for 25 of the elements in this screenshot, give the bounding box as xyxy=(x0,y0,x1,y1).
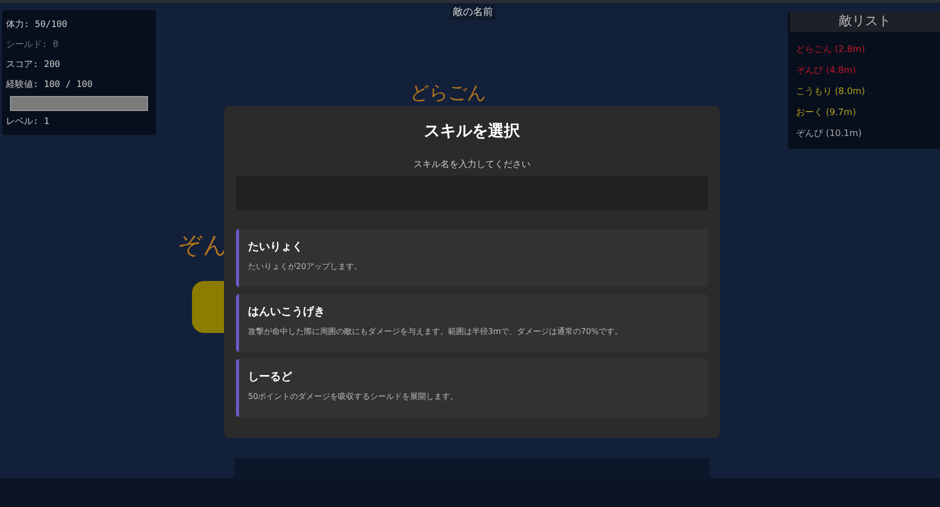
stat-text: 体力: 50/100 xyxy=(6,18,68,32)
stat-text: シールド: 0 xyxy=(6,39,60,52)
target-label: 敵の名前 xyxy=(450,4,496,20)
enemy-entry: どらごん (2.8m) xyxy=(796,44,866,57)
skill-option[interactable]: たいりょく たいりょくが20アップします。 xyxy=(236,229,708,287)
skill-name: しーるど xyxy=(248,369,293,385)
skill-option[interactable]: はんいこうげき 攻撃が命中した際に周囲の敵にもダメージを与えます。範囲は半径3mで、ダメージは通常の70%です。 xyxy=(236,294,708,352)
enemy-entry: こうもり (8.0m) xyxy=(796,86,866,99)
enemy-label: どらごん xyxy=(410,81,486,105)
enemy-label: ぞん xyxy=(178,230,228,261)
skill-description: 50ポイントのダメージを吸収するシールドを展開します。 xyxy=(248,391,460,402)
enemy-entry: おーく (9.7m) xyxy=(796,107,857,120)
stat-text: 経験値: 100 / 100 xyxy=(6,78,94,92)
stat-text: スコア: 200 xyxy=(6,59,62,72)
skill-name: はんいこうげき xyxy=(248,304,326,320)
skill-description: たいりょくが20アップします。 xyxy=(248,261,364,272)
enemy-entry: ぞんび (10.1m) xyxy=(796,128,863,141)
enemy-list-title: 敵リスト xyxy=(790,12,940,32)
skill-name: たいりょく xyxy=(248,239,304,255)
skill-option[interactable]: しーるど 50ポイントのダメージを吸収するシールドを展開します。 xyxy=(236,359,708,417)
dialog-title: スキルを選択 xyxy=(423,120,521,142)
level-text: レベル: 1 xyxy=(6,116,50,129)
enemy-entry: ぞんび (4.8m) xyxy=(796,65,857,78)
skill-description: 攻撃が命中した際に周囲の敵にもダメージを与えます。範囲は半径3mで、ダメージは通常の70%です。 xyxy=(248,326,624,337)
dialog-prompt: スキル名を入力してください xyxy=(412,158,532,172)
